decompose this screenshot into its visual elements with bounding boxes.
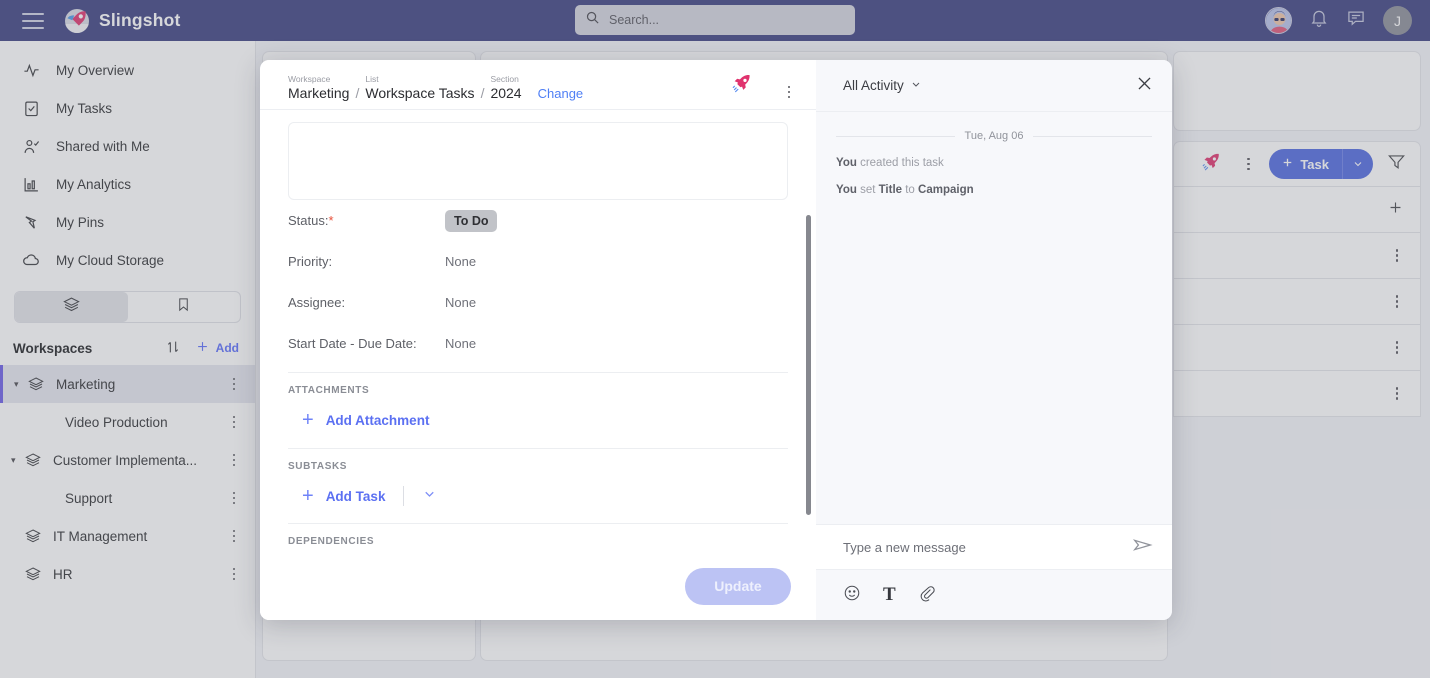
activity-panel: All Activity Tue, Aug 06 You created thi… — [816, 60, 1172, 620]
activity-actor: You — [836, 184, 857, 196]
add-subtask-action[interactable]: + Add Task — [288, 476, 788, 516]
breadcrumb-list[interactable]: List Workspace Tasks — [365, 74, 474, 102]
task-field-row[interactable]: Status:* To Do — [288, 200, 788, 241]
plus-icon: + — [302, 485, 314, 507]
activity-header: All Activity — [816, 60, 1172, 112]
activity-filter-label: All Activity — [843, 78, 904, 93]
field-label: Status:* — [288, 213, 334, 228]
breadcrumb-workspace[interactable]: Workspace Marketing — [288, 74, 349, 102]
activity-text: set — [856, 184, 879, 196]
breadcrumb-caption: Section — [490, 74, 519, 84]
paperclip-attachment-icon[interactable] — [918, 584, 936, 607]
field-value[interactable]: None — [445, 295, 476, 310]
breadcrumb-value: Workspace Tasks — [365, 85, 475, 101]
app-root: My Overview My Tasks Shared with Me My A… — [0, 0, 1430, 678]
modal-scrollbar[interactable] — [806, 215, 811, 515]
breadcrumb-separator: / — [355, 85, 360, 101]
message-composer — [816, 524, 1172, 570]
task-field-row[interactable]: Priority: None — [288, 241, 788, 282]
dependencies-section-title: DEPENDENCIES — [288, 536, 375, 547]
plus-icon: + — [302, 409, 314, 431]
breadcrumb: Workspace Marketing / List Workspace Tas… — [288, 74, 731, 102]
attachments-section-title: ATTACHMENTS — [288, 385, 370, 396]
field-label: Assignee: — [288, 295, 346, 310]
add-task-label: Add Task — [325, 488, 386, 504]
rocket-icon[interactable] — [731, 72, 754, 102]
activity-day-separator: Tue, Aug 06 — [836, 130, 1152, 142]
activity-entry: You created this task — [836, 157, 1152, 169]
chevron-down-icon[interactable] — [422, 486, 437, 506]
activity-entry: You set Title to Campaign — [836, 184, 1152, 196]
modal-header: Workspace Marketing / List Workspace Tas… — [260, 60, 816, 110]
day-label: Tue, Aug 06 — [964, 130, 1024, 142]
text-format-icon[interactable]: T — [883, 585, 896, 604]
subtasks-section-title: SUBTASKS — [288, 461, 348, 472]
add-attachment-label: Add Attachment — [325, 412, 430, 428]
breadcrumb-separator: / — [480, 85, 485, 101]
activity-text: created this task — [856, 157, 944, 169]
modal-left-pane: Workspace Marketing / List Workspace Tas… — [260, 60, 816, 620]
close-x-icon[interactable] — [1135, 74, 1154, 98]
activity-actor: You — [836, 157, 857, 169]
activity-field: Title — [878, 184, 903, 196]
chevron-down-icon — [910, 78, 922, 93]
send-paper-plane-icon[interactable] — [1132, 534, 1154, 561]
kebab-menu-icon[interactable] — [782, 85, 796, 103]
change-link[interactable]: Change — [538, 85, 584, 102]
description-textarea[interactable] — [288, 122, 788, 200]
field-value[interactable]: None — [445, 336, 476, 351]
activity-feed: Tue, Aug 06 You created this task You se… — [816, 112, 1172, 524]
status-badge[interactable]: To Do — [445, 209, 498, 232]
breadcrumb-value: 2024 — [490, 85, 522, 101]
breadcrumb-section[interactable]: Section 2024 — [490, 74, 521, 102]
field-value[interactable]: None — [445, 254, 476, 269]
field-label: Priority: — [288, 254, 333, 269]
emoji-smiley-icon[interactable] — [843, 584, 861, 607]
required-asterisk: * — [328, 213, 334, 228]
task-field-row[interactable]: Start Date - Due Date: None — [288, 323, 788, 364]
update-button[interactable]: Update — [685, 567, 791, 605]
task-detail-modal: Workspace Marketing / List Workspace Tas… — [260, 60, 1172, 620]
breadcrumb-caption: Workspace — [288, 74, 331, 84]
activity-filter-dropdown[interactable]: All Activity — [843, 78, 1135, 93]
modal-footer: Update — [260, 552, 816, 620]
breadcrumb-caption: List — [365, 74, 379, 84]
add-attachment-action[interactable]: + Add Attachment — [288, 400, 788, 440]
task-field-row[interactable]: Assignee: None — [288, 282, 788, 323]
breadcrumb-value: Marketing — [288, 85, 350, 101]
message-input[interactable] — [843, 539, 1132, 555]
composer-tools: T — [816, 570, 1172, 620]
field-label: Start Date - Due Date: — [288, 336, 417, 351]
modal-body: Status:* To Do Priority: None Assignee: None S… — [260, 110, 816, 552]
activity-value: Campaign — [918, 184, 974, 196]
activity-text: to — [902, 184, 919, 196]
task-fields: Status:* To Do Priority: None Assignee: None S… — [288, 200, 788, 364]
